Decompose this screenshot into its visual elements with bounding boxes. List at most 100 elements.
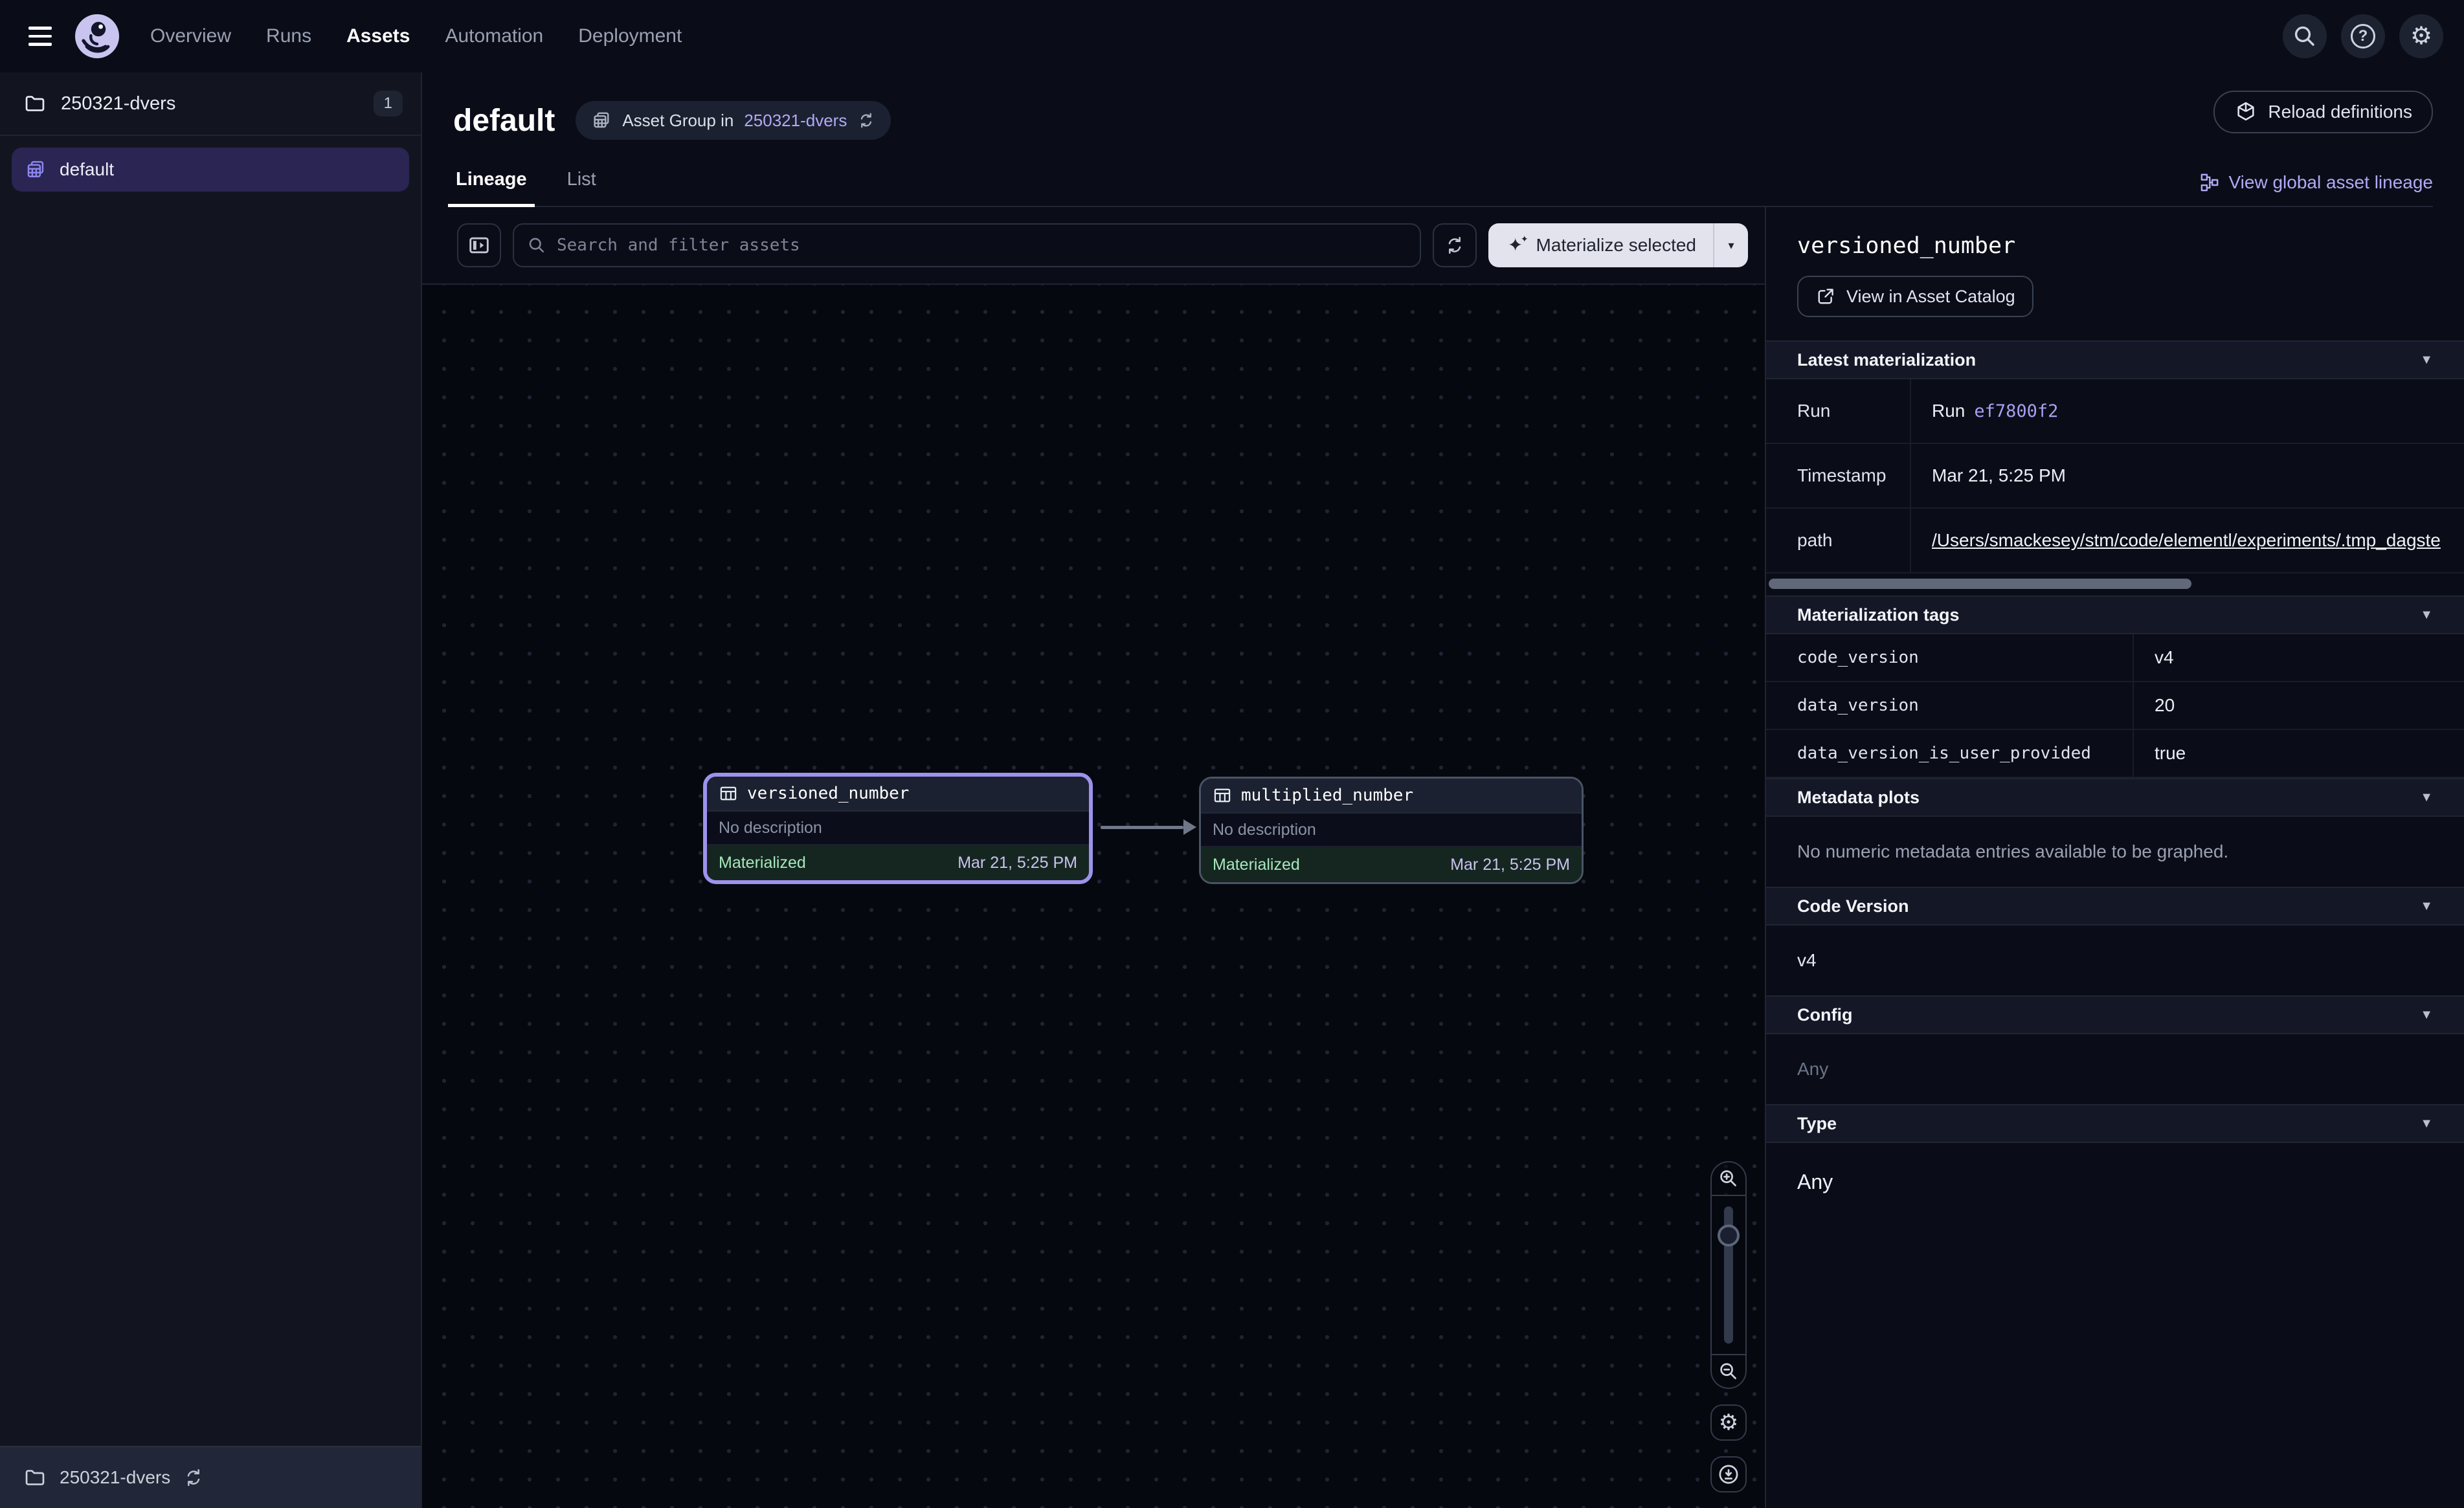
sync-icon xyxy=(1444,235,1465,256)
path-link[interactable]: /Users/smackesey/stm/code/elementl/exper… xyxy=(1932,530,2441,551)
zoom-slider[interactable] xyxy=(1712,1196,1745,1354)
reload-definitions-button[interactable]: Reload definitions xyxy=(2213,91,2433,133)
lineage-canvas[interactable]: versioned_number No description Material… xyxy=(422,285,1765,1508)
tag-key: data_version xyxy=(1766,682,2134,729)
type-value: Any xyxy=(1766,1143,2464,1221)
section-metadata-plots[interactable]: Metadata plots ▼ xyxy=(1766,778,2464,817)
lineage-graph-section: ✦✦ Materialize selected ▾ versioned_numb xyxy=(422,207,1765,1508)
download-graph-button[interactable] xyxy=(1710,1456,1747,1492)
asset-node-versioned-number[interactable]: versioned_number No description Material… xyxy=(703,773,1093,884)
refresh-graph-button[interactable] xyxy=(1433,223,1477,267)
run-id-link[interactable]: ef7800f2 xyxy=(1974,401,2058,421)
asset-node-title: versioned_number xyxy=(747,784,909,803)
asset-title: versioned_number xyxy=(1797,233,2433,259)
zoom-control xyxy=(1710,1161,1747,1389)
row-key: path xyxy=(1766,509,1911,572)
tag-key: data_version_is_user_provided xyxy=(1766,730,2134,777)
materialized-timestamp: Mar 21, 5:25 PM xyxy=(1450,856,1570,874)
badge-prefix: Asset Group in xyxy=(622,111,734,131)
nav-deployment[interactable]: Deployment xyxy=(578,25,682,47)
tab-lineage[interactable]: Lineage xyxy=(453,169,530,206)
sidebar-item-label: default xyxy=(60,159,114,180)
topbar-actions: ⚙ xyxy=(2283,14,2443,58)
section-title: Latest materialization xyxy=(1797,350,1976,370)
table-row: path /Users/smackesey/stm/code/elementl/… xyxy=(1766,509,2464,573)
zoom-out-icon xyxy=(1718,1360,1740,1382)
graph-toolbar: ✦✦ Materialize selected ▾ xyxy=(422,207,1765,285)
sparkle-icon: ✦✦ xyxy=(1505,235,1526,256)
zoom-in-button[interactable] xyxy=(1712,1162,1745,1196)
cube-reload-icon xyxy=(2234,100,2257,124)
section-title: Code Version xyxy=(1797,896,1909,916)
horizontal-scrollbar[interactable] xyxy=(1769,577,2461,590)
chevron-down-icon: ▼ xyxy=(2420,353,2433,368)
section-type[interactable]: Type ▼ xyxy=(1766,1104,2464,1143)
row-key: Timestamp xyxy=(1766,444,1911,507)
zoom-out-button[interactable] xyxy=(1712,1354,1745,1388)
table-row: Timestamp Mar 21, 5:25 PM xyxy=(1766,444,2464,509)
section-config[interactable]: Config ▼ xyxy=(1766,995,2464,1034)
sidebar-item-default[interactable]: default xyxy=(12,148,409,192)
sidebar-footer: 250321-dvers xyxy=(0,1446,421,1508)
asset-node-multiplied-number[interactable]: multiplied_number No description Materia… xyxy=(1199,777,1584,884)
chevron-down-icon: ▼ xyxy=(2420,1008,2433,1023)
section-code-version[interactable]: Code Version ▼ xyxy=(1766,887,2464,926)
chevron-down-icon: ▾ xyxy=(1728,239,1734,252)
question-icon xyxy=(2351,24,2375,49)
materialize-label: Materialize selected xyxy=(1536,235,1696,256)
dagster-logo[interactable] xyxy=(73,12,122,61)
materialized-timestamp: Mar 21, 5:25 PM xyxy=(958,854,1077,872)
tag-value: true xyxy=(2134,730,2464,777)
reload-repo-icon[interactable] xyxy=(183,1467,204,1488)
global-lineage-label: View global asset lineage xyxy=(2229,172,2433,193)
materialize-dropdown-caret[interactable]: ▾ xyxy=(1713,223,1748,267)
asset-group-icon xyxy=(25,159,47,181)
nav-assets[interactable]: Assets xyxy=(346,25,410,47)
search-button[interactable] xyxy=(2283,14,2327,58)
gear-icon: ⚙ xyxy=(2410,24,2432,49)
graph-settings-button[interactable]: ⚙ xyxy=(1710,1404,1747,1441)
folder-icon xyxy=(23,1466,47,1489)
hamburger-menu-icon[interactable] xyxy=(18,14,62,58)
materialize-selected-button[interactable]: ✦✦ Materialize selected xyxy=(1488,223,1713,267)
nav-overview[interactable]: Overview xyxy=(150,25,231,47)
tabs: Lineage List View global asset lineage xyxy=(453,150,2433,207)
asset-node-description: No description xyxy=(707,812,1089,845)
zoom-in-icon xyxy=(1718,1168,1740,1190)
collapse-sidebar-button[interactable] xyxy=(457,223,501,267)
config-value: Any xyxy=(1766,1034,2464,1104)
help-button[interactable] xyxy=(2341,14,2385,58)
chevron-down-icon: ▼ xyxy=(2420,1116,2433,1131)
asset-group-icon xyxy=(591,110,612,131)
scrollbar-thumb[interactable] xyxy=(1769,579,2191,589)
tag-key: code_version xyxy=(1766,634,2134,681)
download-icon xyxy=(1717,1463,1740,1486)
sidebar-repo-row[interactable]: 250321-dvers 1 xyxy=(0,72,421,136)
row-value: Mar 21, 5:25 PM xyxy=(1911,444,2464,507)
materialized-status: Materialized xyxy=(1213,856,1300,874)
table-row: Run Run ef7800f2 xyxy=(1766,379,2464,444)
section-latest-materialization[interactable]: Latest materialization ▼ xyxy=(1766,340,2464,379)
nav-runs[interactable]: Runs xyxy=(266,25,311,47)
view-in-asset-catalog-button[interactable]: View in Asset Catalog xyxy=(1797,276,2033,317)
tab-list[interactable]: List xyxy=(565,169,599,206)
section-materialization-tags[interactable]: Materialization tags ▼ xyxy=(1766,595,2464,634)
settings-button[interactable]: ⚙ xyxy=(2399,14,2443,58)
asset-search-input[interactable] xyxy=(557,236,1407,255)
run-prefix: Run xyxy=(1932,401,1965,421)
section-title: Config xyxy=(1797,1005,1852,1025)
reload-definitions-label: Reload definitions xyxy=(2268,102,2412,122)
badge-repo-link[interactable]: 250321-dvers xyxy=(744,111,847,131)
nav-automation[interactable]: Automation xyxy=(445,25,543,47)
asset-details-panel: versioned_number View in Asset Catalog L… xyxy=(1765,207,2464,1508)
zoom-slider-knob[interactable] xyxy=(1718,1225,1740,1247)
table-icon xyxy=(1213,786,1232,805)
folder-icon xyxy=(23,92,47,115)
section-title: Metadata plots xyxy=(1797,788,1920,808)
lineage-edge xyxy=(1101,819,1199,835)
chevron-down-icon: ▼ xyxy=(2420,608,2433,623)
asset-search-field xyxy=(513,223,1421,267)
footer-repo-name: 250321-dvers xyxy=(60,1467,170,1488)
code-version-value: v4 xyxy=(1766,926,2464,995)
view-global-asset-lineage-link[interactable]: View global asset lineage xyxy=(2199,172,2433,193)
